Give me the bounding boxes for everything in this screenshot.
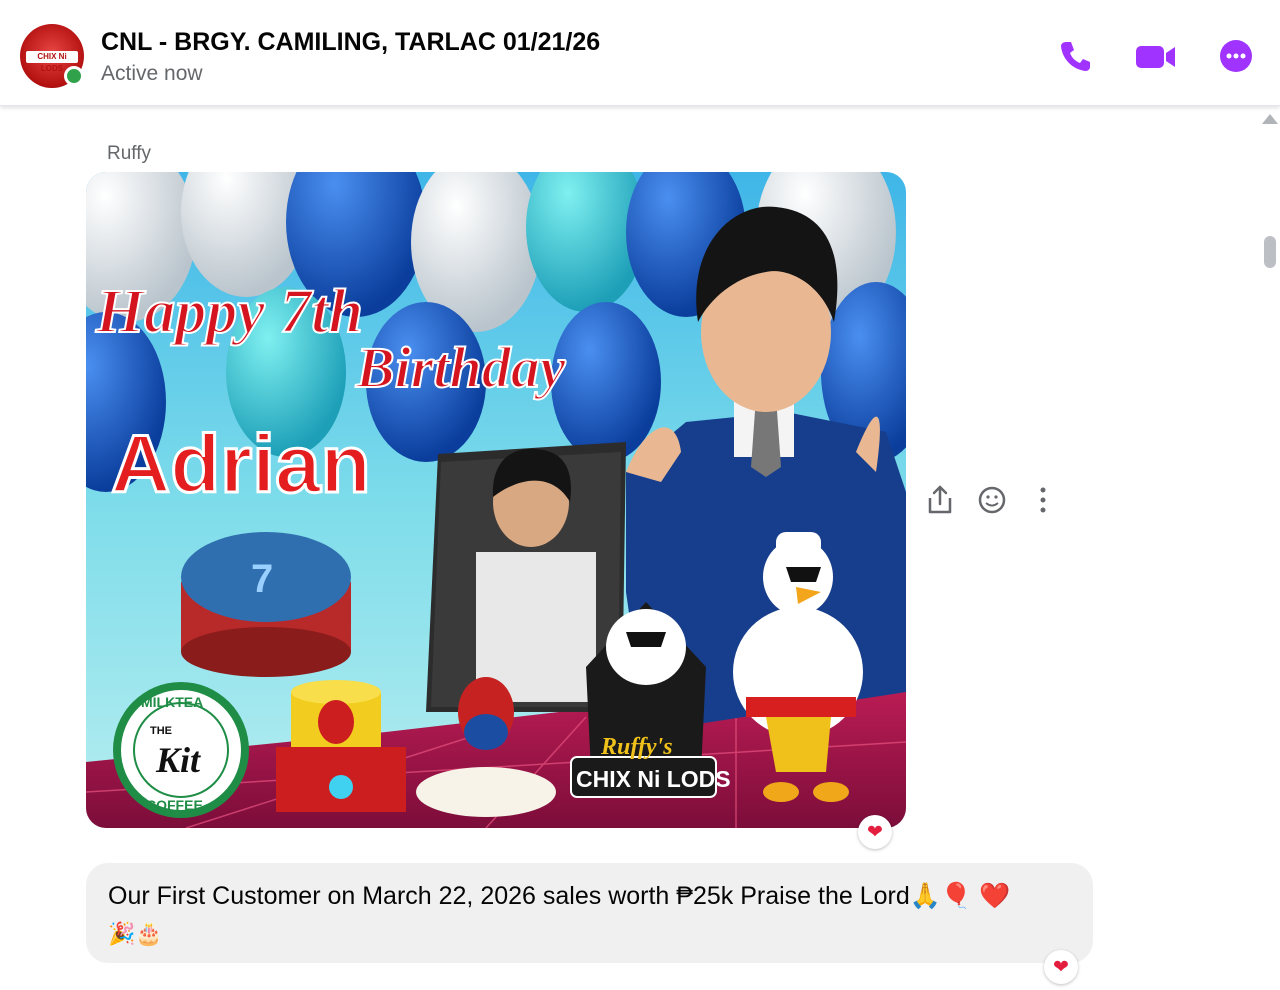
logo-right-bottom-text: CHIX Ni LODS [576, 766, 731, 792]
sender-name: Ruffy [107, 143, 152, 164]
birthday-banner-image: 7 Ruffy's CHIX Ni LODS MILKTEA THE Kit C… [86, 172, 906, 828]
emoji-react-icon[interactable] [978, 486, 1006, 514]
video-camera-icon[interactable] [1135, 38, 1177, 74]
celebrant-name: Adrian [111, 419, 371, 510]
share-icon[interactable] [928, 485, 952, 514]
more-vertical-icon[interactable] [1040, 487, 1046, 513]
online-status-dot [64, 66, 84, 86]
phone-icon[interactable] [1057, 38, 1093, 74]
heart-reaction-text[interactable]: ❤ [1044, 950, 1078, 984]
birthday-photo-message[interactable]: 7 Ruffy's CHIX Ni LODS MILKTEA THE Kit C… [86, 172, 906, 828]
balloon [551, 302, 661, 462]
logo-right-top-text: Ruffy's [600, 734, 673, 760]
text-message-bubble[interactable]: Our First Customer on March 22, 2026 sal… [86, 863, 1093, 963]
active-status: Active now [101, 62, 203, 85]
logo-left-script-text: Kit [155, 740, 201, 780]
avatar-logo-text: CHIX Ni LODS [26, 51, 78, 73]
svg-text:7: 7 [251, 557, 273, 601]
message-text-line1: Our First Customer on March 22, 2026 sal… [108, 882, 1011, 910]
logo-left-bottom-text: COFFEE [146, 797, 203, 813]
message-text-line2: 🎉🎂 [108, 921, 163, 946]
greeting-line1: Happy 7th [95, 278, 363, 346]
more-options-icon[interactable] [1218, 38, 1254, 74]
the-kit-milktea-coffee-logo: MILKTEA THE Kit COFFEE [113, 682, 249, 818]
message-actions [928, 485, 1046, 514]
chat-header: CHIX Ni LODS CNL - BRGY. CAMILING, TARLA… [0, 0, 1280, 106]
chat-title[interactable]: CNL - BRGY. CAMILING, TARLAC 01/21/26 [101, 28, 600, 57]
scrollbar-thumb[interactable] [1264, 236, 1276, 268]
scroll-up-arrow[interactable] [1262, 114, 1278, 124]
cake-image: 7 [181, 532, 351, 677]
logo-left-top-text: MILKTEA [141, 694, 203, 710]
heart-reaction-photo[interactable]: ❤ [858, 815, 892, 849]
logo-left-mid-text: THE [150, 725, 172, 737]
greeting-line2: Birthday [355, 335, 566, 400]
